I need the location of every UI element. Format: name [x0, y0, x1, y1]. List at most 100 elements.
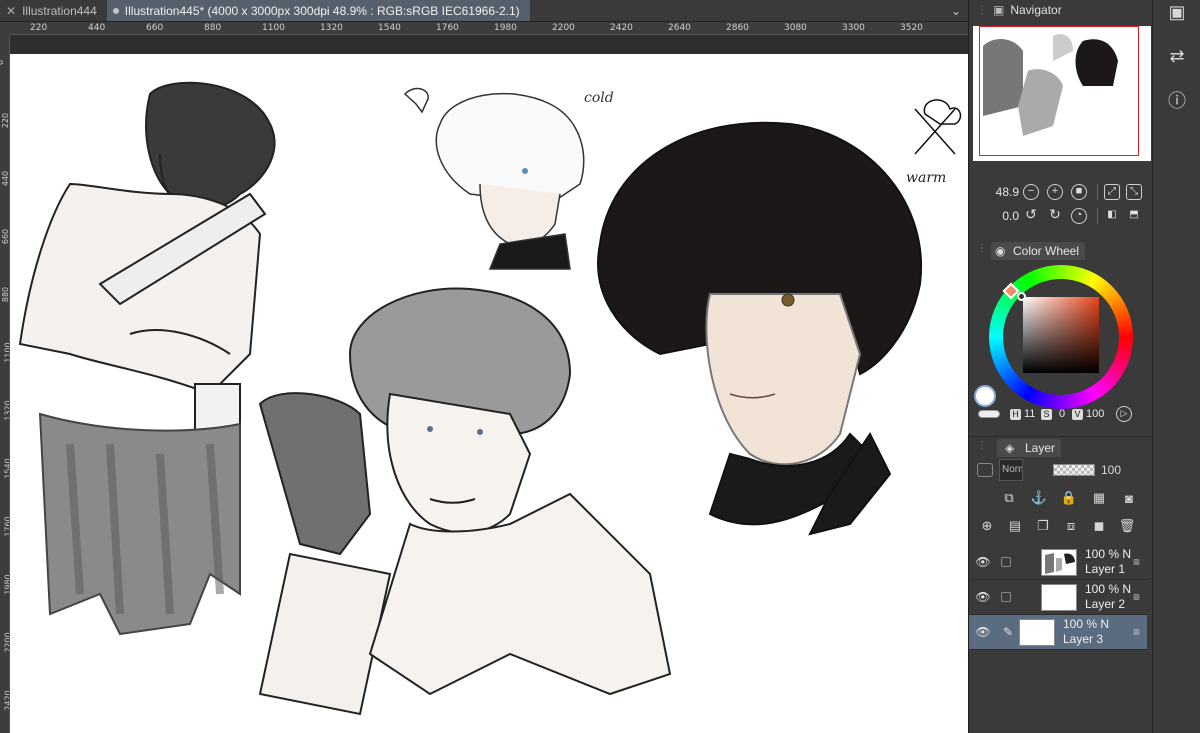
reference-icon[interactable]: ⚓ — [1029, 488, 1049, 508]
ruler-tick-label: 880 — [204, 23, 222, 33]
layer-opacity: 100 % N — [1085, 547, 1132, 561]
layer-name[interactable]: Layer 1 — [1085, 562, 1125, 576]
grip-icon[interactable]: ⋮ — [977, 440, 987, 451]
layer-row[interactable]: 👁 100 % N Layer 2 ≡ — [969, 580, 1147, 615]
saturation-label: S — [1041, 408, 1052, 420]
document-tab-bar: ✕ Illustration444 Illustration445* (4000… — [0, 0, 968, 22]
flip-vertical-icon[interactable]: ⬒ — [1126, 208, 1142, 224]
swap-icon[interactable]: ⇄ — [1165, 44, 1189, 68]
zoom-value[interactable]: 48.9 — [969, 185, 1023, 199]
sv-picker-handle[interactable] — [1017, 292, 1026, 301]
close-tab-icon[interactable]: ✕ — [6, 4, 16, 18]
opacity-value[interactable]: 100 — [1101, 463, 1121, 477]
info-icon[interactable]: ⓘ — [1165, 88, 1189, 112]
navigator-header: ⋮ ▣ Navigator — [969, 0, 1153, 20]
ruler-tick-label: 440 — [1, 170, 10, 187]
tab-layer[interactable]: ◈ Layer — [997, 439, 1062, 457]
horizontal-ruler: 220 440 660 880 1100 1320 1540 1760 1980 2200 2420… — [10, 22, 968, 35]
hue-ring[interactable] — [989, 265, 1133, 409]
tab-label: Illustration444 — [22, 3, 97, 18]
lock-icon[interactable]: 🔒 — [1059, 488, 1079, 508]
play-icon[interactable]: ▷ — [1116, 406, 1132, 422]
merge-layer-icon[interactable]: ⧈ — [1061, 516, 1081, 536]
drawing-canvas[interactable]: cold warm — [10, 54, 968, 733]
grip-icon[interactable]: ⋮ — [977, 243, 987, 254]
navigator-panel-icon[interactable]: ▣ — [1165, 0, 1189, 24]
zoom-in-icon[interactable]: + — [1047, 184, 1063, 200]
zoom-controls: 48.9 − + ■ ⤢ ⤡ — [969, 180, 1153, 204]
ruler-tick-label: 2420 — [610, 23, 633, 33]
blend-mode-select[interactable]: Norm — [999, 459, 1023, 481]
rotation-value[interactable]: 0.0 — [969, 209, 1023, 223]
navigator-thumbnail[interactable] — [973, 26, 1151, 161]
flip-horizontal-icon[interactable]: ◧ — [1104, 208, 1120, 224]
layer-select-checkbox[interactable] — [1001, 592, 1011, 602]
hue-value[interactable]: 11 — [1024, 408, 1038, 420]
layer-menu-icon[interactable]: ≡ — [1133, 555, 1147, 569]
ruler-tick-label: 3520 — [900, 23, 923, 33]
mask-icon[interactable]: ◙ — [1119, 488, 1139, 508]
rotate-left-icon[interactable]: ↺ — [1023, 207, 1039, 224]
layer-color-icon[interactable] — [977, 463, 993, 477]
fit-canvas-icon[interactable]: ⤡ — [1126, 184, 1142, 200]
ruler-tick-label: 2860 — [726, 23, 749, 33]
canvas-background — [10, 35, 968, 54]
hue-label: H — [1010, 408, 1021, 420]
layer-name[interactable]: Layer 3 — [1063, 632, 1103, 646]
navigator-icon: ▣ — [993, 3, 1005, 17]
zoom-reset-icon[interactable]: ■ — [1071, 184, 1087, 200]
saturation-value[interactable]: 0 — [1055, 408, 1069, 420]
ruler-tick-label: 2200 — [552, 23, 575, 33]
tab-illustration445[interactable]: Illustration445* (4000 x 3000px 300dpi 4… — [106, 0, 530, 21]
color-wheel-title: Color Wheel — [1013, 244, 1080, 258]
layer-info: 100 % N Layer 3 — [1063, 617, 1133, 647]
sketch-center-figure — [258, 287, 672, 716]
ruler-tick-label: 2640 — [668, 23, 691, 33]
ruler-tick-label: 880 — [1, 286, 10, 303]
ruler-corner — [0, 22, 10, 35]
layer-title: Layer — [1025, 441, 1056, 455]
copy-layer-icon[interactable]: ❐ — [1033, 516, 1053, 536]
opacity-slider[interactable] — [1053, 464, 1095, 476]
chevron-down-icon[interactable]: ⌄ — [944, 0, 968, 21]
zoom-out-icon[interactable]: − — [1023, 184, 1039, 200]
layer-mask-icon[interactable]: ◼ — [1089, 516, 1109, 536]
rotate-right-icon[interactable]: ↻ — [1047, 207, 1063, 224]
divider — [1097, 208, 1098, 224]
new-folder-icon[interactable]: ▤ — [1005, 516, 1025, 536]
lock-transparent-icon[interactable]: ▦ — [1089, 488, 1109, 508]
grip-icon[interactable]: ⋮ — [977, 5, 987, 16]
new-layer-icon[interactable]: ⊕ — [977, 516, 997, 536]
eye-icon[interactable]: 👁 — [969, 590, 997, 604]
clip-icon[interactable]: ⧉ — [999, 488, 1019, 508]
navigator-view-frame[interactable] — [979, 26, 1139, 156]
pen-icon: ✎ — [1002, 625, 1014, 639]
saturation-value-square[interactable] — [1023, 297, 1099, 373]
right-icon-bar: ▣ ⇄ ⓘ — [1152, 0, 1200, 733]
rotate-reset-icon[interactable]: ◔ — [1071, 208, 1087, 224]
layer-menu-icon[interactable]: ≡ — [1133, 625, 1147, 639]
tab-color-wheel[interactable]: ◉ Color Wheel — [991, 242, 1086, 260]
value-value[interactable]: 100 — [1086, 408, 1110, 420]
sketch-white-hair-head — [403, 87, 585, 270]
note-cold: cold — [584, 90, 614, 106]
sketch-dark-hair-head — [597, 121, 923, 536]
sketch-figure-left — [18, 81, 276, 636]
layer-row-selected[interactable]: 👁 ✎ 100 % N Layer 3 ≡ — [969, 615, 1147, 650]
layer-name[interactable]: Layer 2 — [1085, 597, 1125, 611]
ruler-tick-label: 0 — [0, 60, 5, 65]
layer-menu-icon[interactable]: ≡ — [1133, 590, 1147, 604]
eye-icon[interactable]: 👁 — [969, 625, 997, 639]
fit-window-icon[interactable]: ⤢ — [1104, 184, 1120, 200]
layer-row[interactable]: 👁 100 % N Layer 1 ≡ — [969, 545, 1147, 580]
layer-actions-row: ⊕ ▤ ❐ ⧈ ◼ 🗑 — [969, 513, 1153, 539]
tab-illustration444[interactable]: ✕ Illustration444 — [0, 0, 107, 21]
right-panel: ⋮ ▣ Navigator 48.9 − + ■ ⤢ ⤡ 0.0 ↺ ↻ ◔ ◧… — [968, 0, 1153, 733]
eye-icon[interactable]: 👁 — [969, 555, 997, 569]
layer-thumbnail-art — [1045, 552, 1075, 574]
layer-info: 100 % N Layer 2 — [1085, 582, 1133, 612]
layer-lock-row: ⧉ ⚓ 🔒 ▦ ◙ — [969, 485, 1153, 511]
delete-layer-icon[interactable]: 🗑 — [1117, 516, 1137, 536]
layer-thumbnail — [1041, 548, 1077, 576]
layer-select-checkbox[interactable] — [1001, 557, 1011, 567]
